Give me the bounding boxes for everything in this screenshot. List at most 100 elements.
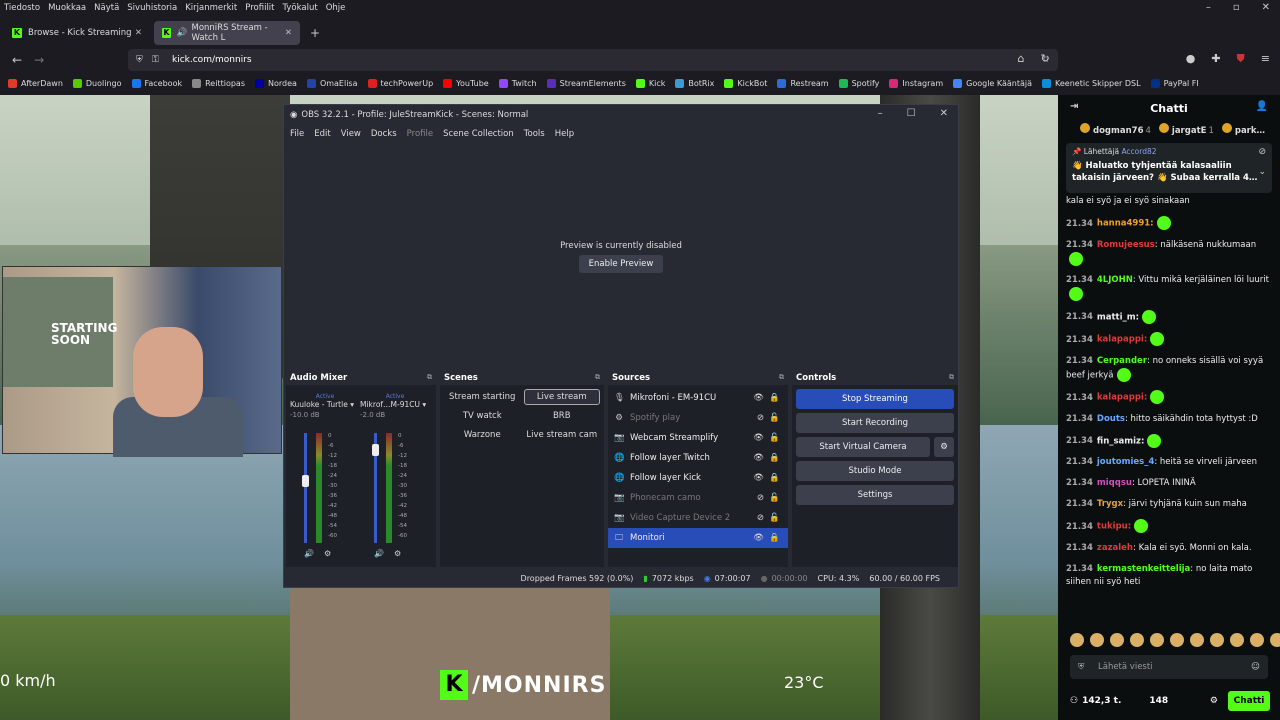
- bookmark-item[interactable]: OmaElisa: [306, 78, 358, 88]
- emote-icon[interactable]: [1190, 633, 1204, 647]
- extensions-icon[interactable]: ✚: [1211, 52, 1220, 66]
- dock-menu-icon[interactable]: ⧉: [779, 373, 784, 382]
- top-gifter[interactable]: park…: [1221, 122, 1265, 136]
- chat-settings-icon[interactable]: ⚙: [1210, 696, 1218, 706]
- close-tab-icon[interactable]: ✕: [135, 28, 142, 38]
- send-chat-button[interactable]: Chatti: [1228, 691, 1270, 711]
- bookmark-item[interactable]: Google Kääntäjä: [953, 78, 1032, 88]
- speaker-icon[interactable]: 🔊: [177, 28, 188, 38]
- menubar-item[interactable]: Muokkaa: [48, 3, 86, 13]
- collapse-chat-icon[interactable]: ⇥: [1070, 101, 1078, 112]
- menubar-item[interactable]: Ohje: [326, 3, 346, 13]
- enable-preview-button[interactable]: Enable Preview: [579, 255, 663, 273]
- pinned-message[interactable]: 📌 Lähettäjä Accord82 👋 Haluatko tyhjentä…: [1066, 143, 1272, 193]
- close-tab-icon[interactable]: ✕: [285, 28, 292, 38]
- eye-hidden-icon[interactable]: ⊘: [757, 413, 764, 423]
- scene-item[interactable]: Warzone: [444, 427, 521, 443]
- channel-settings-icon[interactable]: ⚙: [394, 549, 401, 558]
- eye-hidden-icon[interactable]: ⊘: [757, 513, 764, 523]
- source-item[interactable]: 🌐 Follow layer Kick 👁 🔒: [608, 468, 788, 488]
- bookmark-item[interactable]: BotRix: [675, 78, 714, 88]
- source-item[interactable]: ⚙ Spotify play ⊘ 🔓: [608, 408, 788, 428]
- obs-menu-item[interactable]: File: [290, 129, 304, 139]
- message-user[interactable]: Trygx: [1097, 499, 1123, 509]
- obs-maximize-icon[interactable]: ☐: [907, 108, 916, 119]
- emote-icon[interactable]: [1150, 633, 1164, 647]
- source-item[interactable]: 📷 Phonecam camo ⊘ 🔓: [608, 488, 788, 508]
- bookmark-item[interactable]: techPowerUp: [367, 78, 433, 88]
- expand-icon[interactable]: ⌄: [1258, 167, 1266, 177]
- channel-name[interactable]: Kuuloke - Turtle ▾: [290, 400, 360, 409]
- eye-icon[interactable]: 👁: [753, 473, 764, 483]
- unpin-icon[interactable]: ⊘: [1258, 147, 1266, 157]
- maximize-icon[interactable]: ▫: [1233, 2, 1240, 13]
- unlock-icon[interactable]: 🔓: [769, 493, 780, 503]
- tab-browse-kick[interactable]: K Browse - Kick Streaming ✕: [4, 21, 150, 45]
- scene-item[interactable]: Live stream cam: [524, 427, 601, 443]
- message-user[interactable]: hanna4991:: [1097, 219, 1154, 229]
- channel-settings-icon[interactable]: ⚙: [324, 549, 331, 558]
- lock-icon[interactable]: ⚿: [152, 55, 159, 65]
- emote-icon[interactable]: [1070, 633, 1084, 647]
- minimize-icon[interactable]: –: [1206, 2, 1211, 13]
- menubar-item[interactable]: Näytä: [94, 3, 119, 13]
- lock-icon[interactable]: 🔒: [769, 533, 780, 543]
- dock-menu-icon[interactable]: ⧉: [949, 373, 954, 382]
- ublock-icon[interactable]: ⛊: [1237, 52, 1245, 66]
- message-user[interactable]: Douts: [1097, 414, 1125, 424]
- bookmark-item[interactable]: YouTube: [443, 78, 489, 88]
- url-bar[interactable]: ⛨ ⚿ kick.com/monnirs ☆: [128, 49, 1058, 71]
- bookmark-item[interactable]: Nordea: [255, 78, 297, 88]
- message-user[interactable]: fin_samiz:: [1097, 436, 1145, 446]
- dock-menu-icon[interactable]: ⧉: [595, 373, 600, 382]
- virtual-camera-settings-icon[interactable]: ⚙: [934, 437, 954, 457]
- bookmark-item[interactable]: StreamElements: [546, 78, 626, 88]
- message-user[interactable]: matti_m:: [1097, 312, 1139, 322]
- bookmark-item[interactable]: Spotify: [838, 78, 879, 88]
- unlock-icon[interactable]: 🔓: [769, 433, 780, 443]
- menubar-item[interactable]: Kirjanmerkit: [185, 3, 237, 13]
- bookmark-item[interactable]: Restream: [777, 78, 829, 88]
- message-user[interactable]: Romujeesus: [1097, 240, 1155, 250]
- stop-streaming-button[interactable]: Stop Streaming: [796, 389, 954, 409]
- top-gifter[interactable]: jargatE 1: [1158, 122, 1214, 136]
- menubar-item[interactable]: Profiilit: [245, 3, 274, 13]
- eye-icon[interactable]: 👁: [753, 453, 764, 463]
- bookmark-item[interactable]: Kick: [635, 78, 665, 88]
- reload-icon[interactable]: ↻: [1040, 52, 1049, 66]
- chat-input[interactable]: ⛨ Lähetä viesti ☺: [1070, 655, 1268, 679]
- shield-icon[interactable]: ⛨: [136, 55, 143, 65]
- menubar-item[interactable]: Sivuhistoria: [127, 3, 177, 13]
- bookmark-item[interactable]: Instagram: [889, 78, 943, 88]
- bookmark-item[interactable]: Twitch: [498, 78, 537, 88]
- menu-icon[interactable]: ≡: [1261, 52, 1270, 66]
- fader-knob[interactable]: [372, 444, 379, 456]
- bookmark-item[interactable]: Duolingo: [72, 78, 122, 88]
- obs-minimize-icon[interactable]: –: [878, 108, 883, 119]
- start-recording-button[interactable]: Start Recording: [796, 413, 954, 433]
- source-item[interactable]: 📷 Webcam Streamplify 👁 🔓: [608, 428, 788, 448]
- volume-speaker-icon[interactable]: 🔊: [374, 549, 384, 558]
- menubar-item[interactable]: Työkalut: [283, 3, 318, 13]
- emote-icon[interactable]: [1110, 633, 1124, 647]
- menubar-item[interactable]: Tiedosto: [4, 3, 40, 13]
- obs-menu-item[interactable]: Edit: [314, 129, 330, 139]
- emote-icon[interactable]: [1090, 633, 1104, 647]
- emote-icon[interactable]: [1210, 633, 1224, 647]
- emote-icon[interactable]: [1230, 633, 1244, 647]
- volume-speaker-icon[interactable]: 🔊: [304, 549, 314, 558]
- scene-item[interactable]: Stream starting: [444, 389, 521, 405]
- message-user[interactable]: kermastenkeittelija: [1097, 564, 1190, 574]
- dock-menu-icon[interactable]: ⧉: [427, 373, 432, 382]
- emoji-icon[interactable]: ☺: [1251, 662, 1260, 672]
- scene-item[interactable]: Live stream: [523, 389, 600, 405]
- obs-menu-item[interactable]: Tools: [524, 129, 545, 139]
- settings-button[interactable]: Settings: [796, 485, 954, 505]
- volume-fader[interactable]: [304, 433, 307, 543]
- eye-icon[interactable]: 👁: [753, 533, 764, 543]
- new-tab-button[interactable]: +: [310, 26, 320, 40]
- emote-icon[interactable]: [1270, 633, 1280, 647]
- message-user[interactable]: kalapappi:: [1097, 393, 1147, 403]
- message-user[interactable]: zazaleh: [1097, 543, 1133, 553]
- obs-menu-item[interactable]: Scene Collection: [443, 129, 514, 139]
